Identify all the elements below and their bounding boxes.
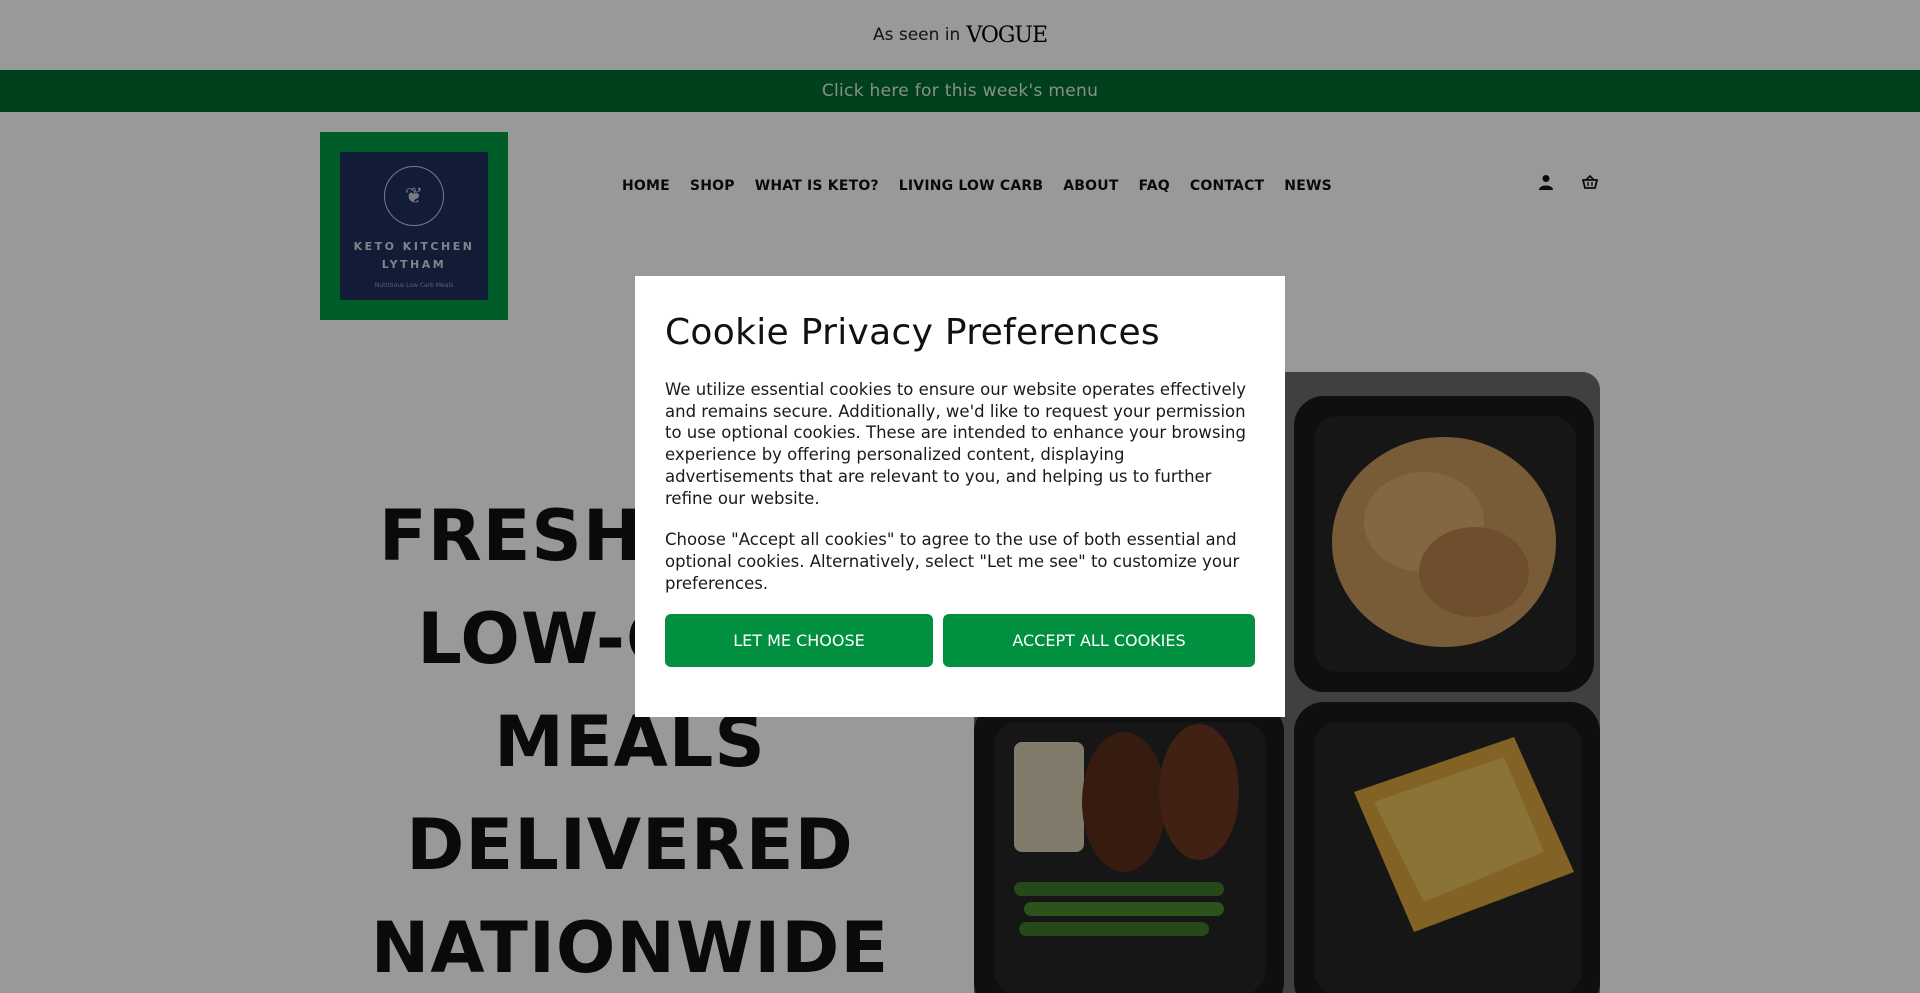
cookie-modal-buttons: LET ME CHOOSE ACCEPT ALL COOKIES	[665, 614, 1255, 668]
cookie-modal-title: Cookie Privacy Preferences	[665, 312, 1160, 353]
cookie-modal-paragraph-1: We utilize essential cookies to ensure o…	[665, 380, 1246, 508]
cookie-modal-paragraph-2: Choose "Accept all cookies" to agree to …	[665, 530, 1240, 593]
let-me-choose-button[interactable]: LET ME CHOOSE	[665, 614, 933, 668]
cookie-modal: Cookie Privacy Preferences We utilize es…	[635, 276, 1285, 717]
accept-all-cookies-button[interactable]: ACCEPT ALL COOKIES	[943, 614, 1255, 668]
